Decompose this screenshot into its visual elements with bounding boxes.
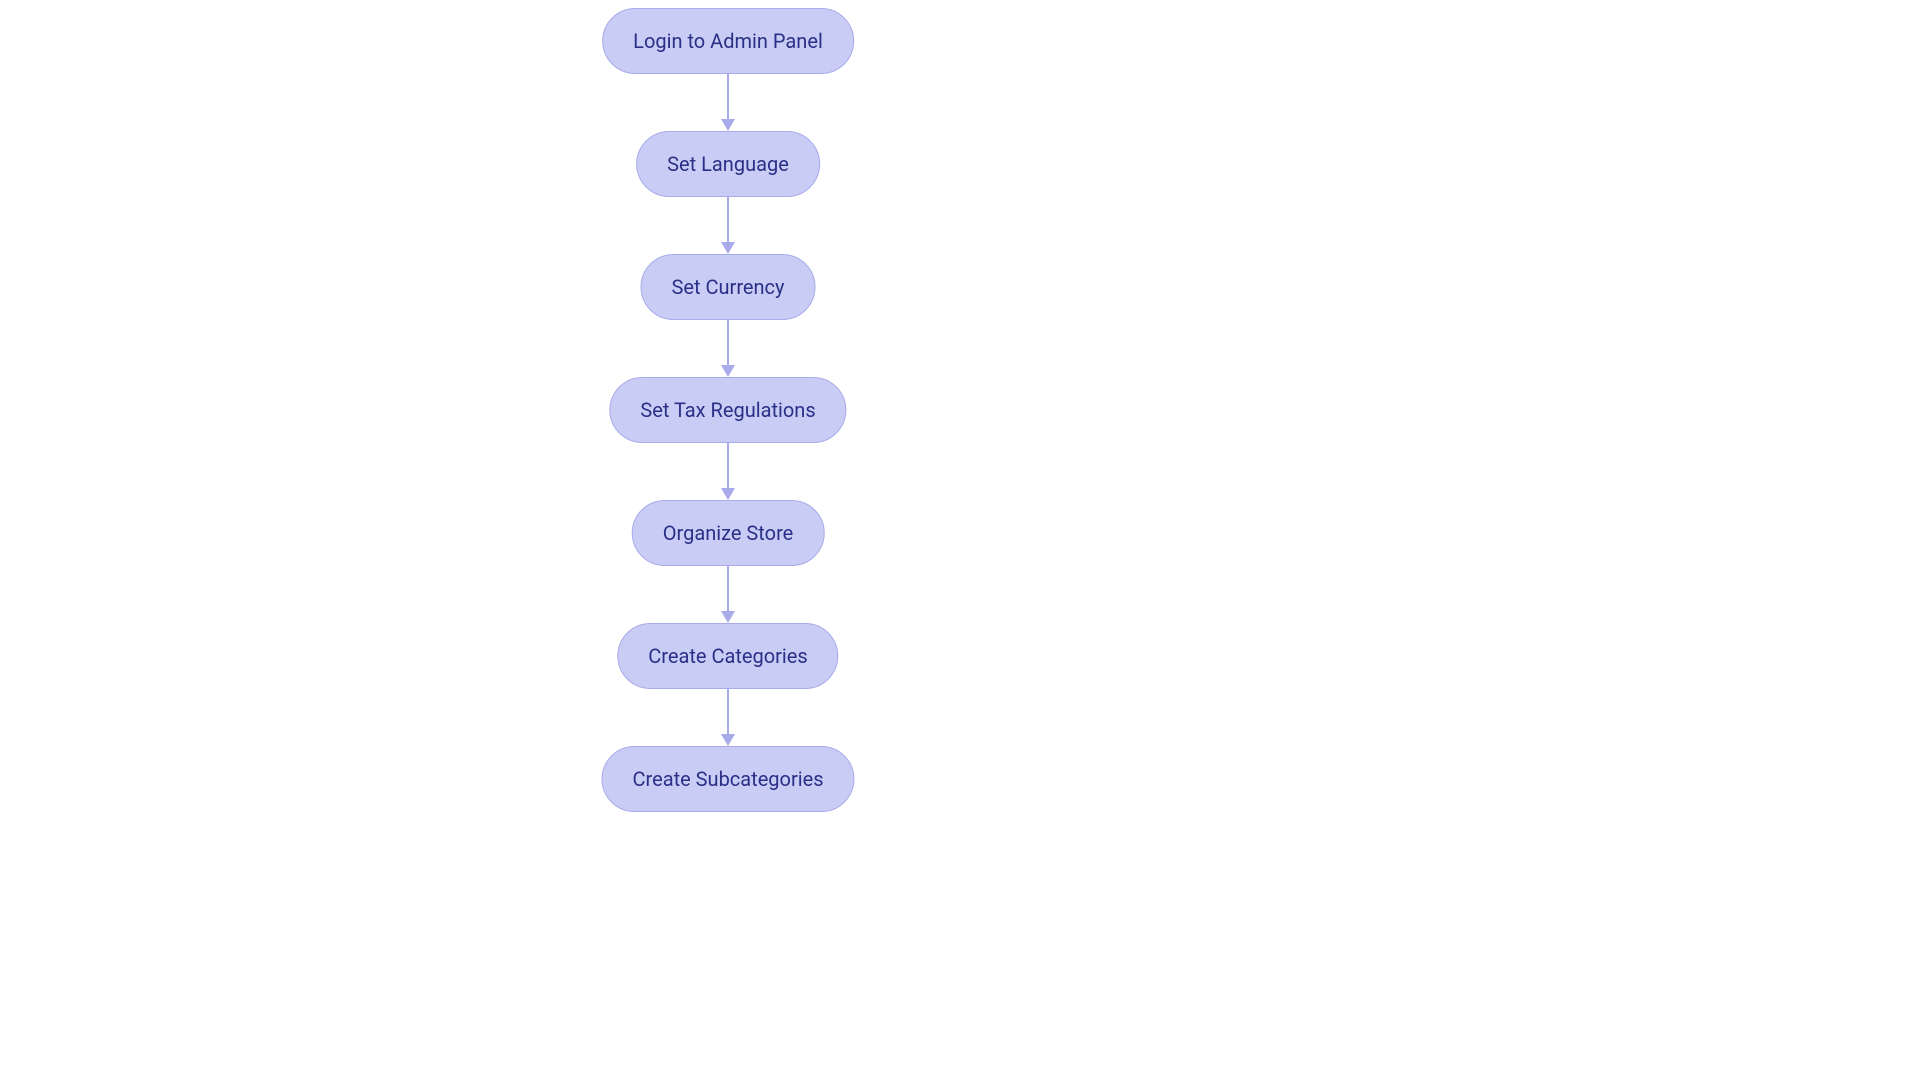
flowchart-canvas: Login to Admin Panel Set Language Set Cu… bbox=[0, 0, 1920, 1080]
node-label: Create Categories bbox=[648, 644, 807, 668]
node-label: Set Language bbox=[667, 152, 789, 176]
node-set-currency: Set Currency bbox=[641, 254, 816, 320]
node-label: Set Currency bbox=[672, 275, 785, 299]
node-login-admin-panel: Login to Admin Panel bbox=[602, 8, 854, 74]
connector bbox=[727, 689, 729, 734]
arrowhead-icon bbox=[721, 242, 735, 254]
connector bbox=[727, 566, 729, 611]
node-set-language: Set Language bbox=[636, 131, 820, 197]
arrowhead-icon bbox=[721, 611, 735, 623]
node-label: Set Tax Regulations bbox=[640, 398, 815, 422]
node-organize-store: Organize Store bbox=[632, 500, 825, 566]
arrowhead-icon bbox=[721, 119, 735, 131]
arrowhead-icon bbox=[721, 365, 735, 377]
arrowhead-icon bbox=[721, 488, 735, 500]
connector bbox=[727, 443, 729, 488]
node-set-tax-regulations: Set Tax Regulations bbox=[609, 377, 846, 443]
connector bbox=[727, 320, 729, 365]
node-label: Organize Store bbox=[663, 521, 794, 545]
node-label: Login to Admin Panel bbox=[633, 29, 823, 53]
node-label: Create Subcategories bbox=[632, 767, 823, 791]
connector bbox=[727, 74, 729, 119]
node-create-categories: Create Categories bbox=[617, 623, 838, 689]
arrowhead-icon bbox=[721, 734, 735, 746]
node-create-subcategories: Create Subcategories bbox=[601, 746, 854, 812]
connector bbox=[727, 197, 729, 242]
